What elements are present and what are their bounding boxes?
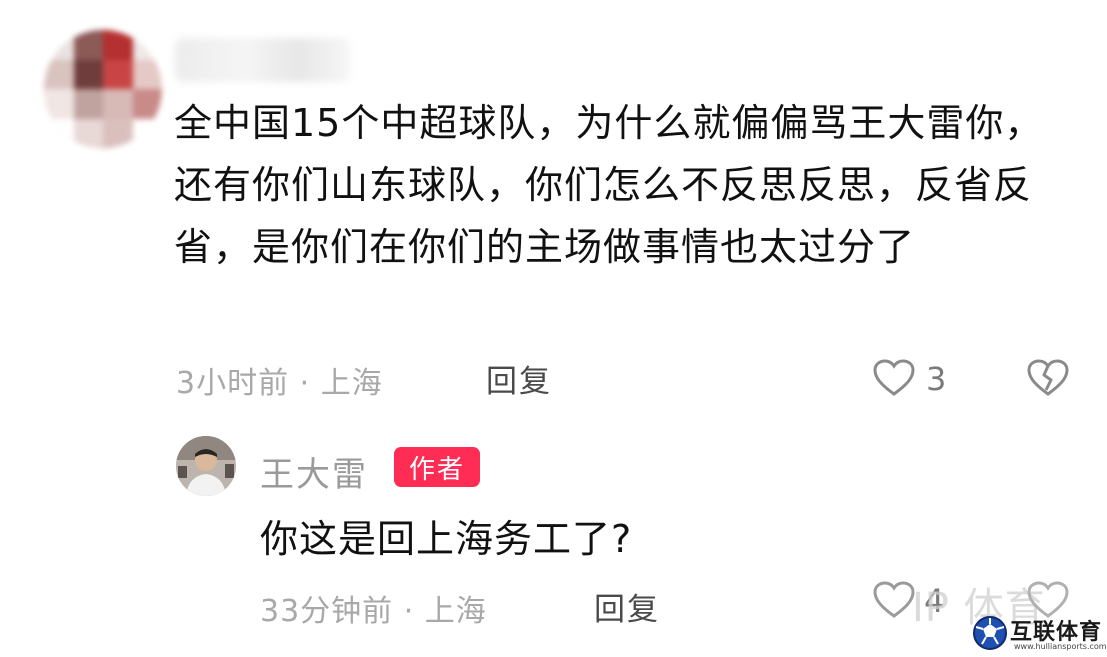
- comment-like-count: 3: [926, 360, 947, 398]
- author-avatar[interactable]: [176, 436, 236, 496]
- soccer-ball-icon: [973, 616, 1007, 650]
- reply-heart-icon[interactable]: [872, 580, 916, 620]
- comment-text: 全中国15个中超球队，为什么就偏偏骂王大雷你，还有你们山东球队，你们怎么不反思反…: [174, 101, 1044, 269]
- logo-url: www.hulliansports.com: [1014, 642, 1107, 651]
- hulian-sports-logo: 互联体育 www.hulliansports.com: [972, 612, 1107, 654]
- dislike-heart-icon[interactable]: [1026, 358, 1070, 398]
- reply-time-location: 33分钟前 · 上海: [260, 594, 487, 629]
- author-badge: 作者: [394, 447, 480, 487]
- comment-time-location: 3小时前 · 上海: [176, 366, 383, 401]
- reply-text: 你这是回上海务工了?: [260, 517, 633, 561]
- reply-reply-button[interactable]: 回复: [594, 584, 660, 629]
- heart-icon[interactable]: [872, 358, 916, 398]
- commenter-avatar[interactable]: [44, 30, 162, 148]
- author-name[interactable]: 王大雷: [260, 447, 368, 496]
- commenter-name-blurred[interactable]: [175, 38, 350, 82]
- comment-reply-button[interactable]: 回复: [486, 356, 552, 401]
